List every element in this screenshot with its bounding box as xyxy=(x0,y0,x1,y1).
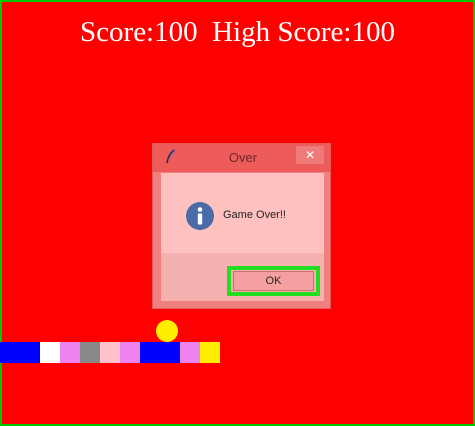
ok-button[interactable]: OK xyxy=(233,271,314,291)
paddle-brick xyxy=(40,342,60,363)
dialog-body: Game Over!! xyxy=(161,173,324,253)
game-canvas: Score:100 High Score:100 Over ✕ Game Ove… xyxy=(0,0,475,426)
paddle-brick xyxy=(60,342,80,363)
paddle-brick xyxy=(100,342,120,363)
paddle xyxy=(0,342,220,363)
dialog-titlebar[interactable]: Over ✕ xyxy=(153,144,330,172)
paddle-brick xyxy=(180,342,200,363)
info-icon xyxy=(185,201,215,231)
paddle-brick xyxy=(120,342,140,363)
dialog-message: Game Over!! xyxy=(223,209,286,221)
paddle-brick xyxy=(0,342,20,363)
frame-edge-top xyxy=(0,0,475,2)
ball xyxy=(156,320,178,342)
paddle-brick xyxy=(200,342,220,363)
paddle-brick xyxy=(20,342,40,363)
paddle-brick xyxy=(160,342,180,363)
paddle-brick xyxy=(80,342,100,363)
score-display: Score:100 High Score:100 xyxy=(80,16,395,48)
paddle-brick xyxy=(140,342,160,363)
feather-icon xyxy=(164,149,178,165)
close-button[interactable]: ✕ xyxy=(296,146,324,164)
dialog-title: Over xyxy=(228,150,258,165)
